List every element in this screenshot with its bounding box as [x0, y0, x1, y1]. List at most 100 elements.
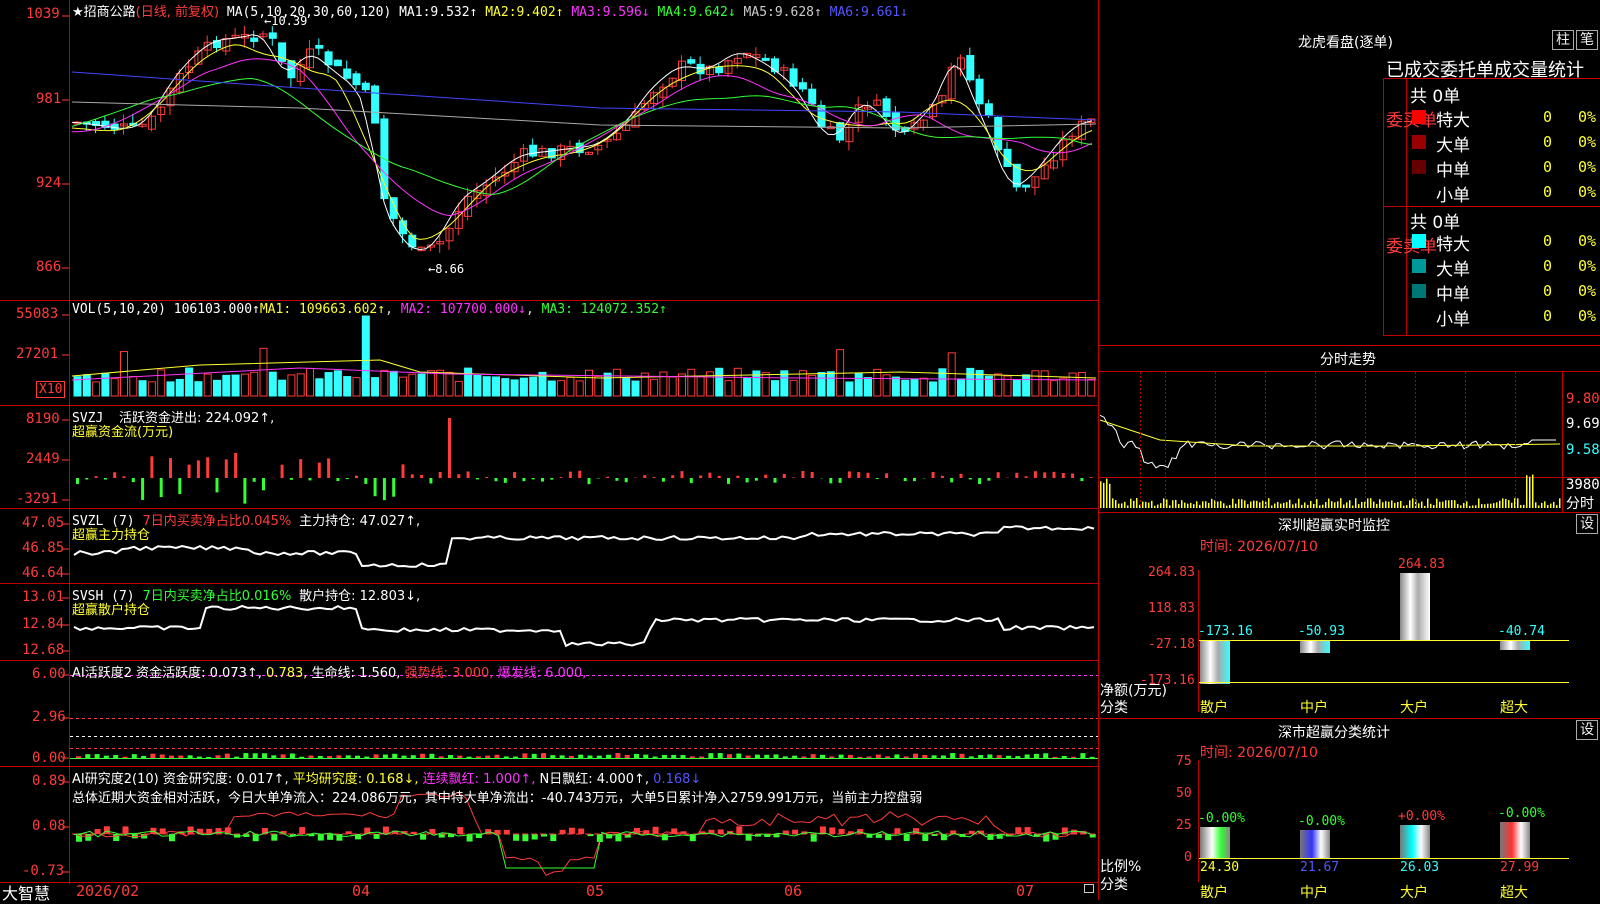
x-date-start: 2026/02 [76, 882, 139, 900]
ai-research-y-tick: 0.89 [32, 773, 66, 789]
x-month-label: 06 [784, 882, 802, 900]
order-count: 0 [1543, 307, 1552, 325]
sz-class-axis-sub: 分类 [1100, 874, 1128, 894]
ai-active-header: AI活跃度2 资金活跃度: 0.073↑, 0.783, 生命线: 1.560,… [72, 662, 586, 681]
ai-research-y-tick: -0.73 [22, 863, 64, 879]
net-amount-value: 264.83 [1398, 557, 1445, 572]
category-label: 大户 [1400, 882, 1428, 902]
intraday-price: 9.58 [1566, 442, 1600, 458]
vol-ma1: MA1: 109663.602↑ [260, 302, 385, 317]
ma2-value: 9.402↑ [517, 5, 564, 20]
order-size-label: 小单 [1436, 305, 1470, 330]
category-label: 中户 [1300, 697, 1328, 717]
chart-mode[interactable]: (日线, 前复权) [136, 5, 219, 20]
net-amount-value: -173.16 [1198, 624, 1253, 639]
ma4-value: 9.642↓ [689, 5, 736, 20]
sz-class-axis-label: 比例% [1100, 856, 1141, 876]
svsh-sub: 超赢散户持仓 [72, 599, 150, 618]
order-count: 0 [1543, 158, 1552, 176]
ai-research-c: 连续飘红: 1.000↑, [423, 772, 536, 787]
sz-class-y-tick: 50 [1176, 786, 1192, 801]
ma3-value: 9.596↓ [603, 5, 650, 20]
svzl-y-tick: 46.64 [22, 565, 64, 581]
ai-active-d: 强势线: 3.000, [405, 666, 494, 681]
sz-class-y-tick: 75 [1176, 754, 1192, 769]
ai-active-e: 爆发线: 6.000, [498, 666, 587, 681]
intraday-price: 9.80 [1566, 391, 1600, 407]
ai-active-c: 生命线: 1.560, [312, 666, 401, 681]
legend-swatch [1412, 135, 1426, 149]
svzl-hold: 主力持仓: 47.027↑, [299, 514, 420, 529]
sell-side-label: 委卖单 [1386, 236, 1406, 258]
buy-total: 共 0单 [1410, 82, 1460, 107]
ma-label: MA(5,10,20,30,60,120) [227, 5, 391, 20]
order-pct: 0% [1578, 232, 1596, 250]
ai-active-b: 0.783, [266, 666, 307, 681]
x-month-label: 05 [586, 882, 604, 900]
ma6-value: 9.661↓ [861, 5, 908, 20]
svzl-y-tick: 46.85 [22, 540, 64, 556]
ratio-value: 21.67 [1300, 860, 1339, 875]
ma6-name: MA6: [830, 5, 861, 20]
ma5-value: 9.628↑ [775, 5, 822, 20]
vol-header: VOL(5,10,20) 106103.000↑MA1: 109663.602↑… [72, 302, 667, 317]
vol-y-tick: 27201 [16, 346, 58, 362]
svzl-sub: 超赢主力持仓 [72, 524, 150, 543]
ratio-value: 27.99 [1500, 860, 1539, 875]
order-size-label: 小单 [1436, 181, 1470, 206]
dragon-subtitle: 已成交委托单成交量统计 [1386, 56, 1584, 82]
ratio-value: 26.03 [1400, 860, 1439, 875]
intraday-vol-unit: 分时 [1566, 493, 1594, 513]
ai-active-a: 资金活跃度: 0.073↑, [136, 666, 262, 681]
low-price-label: ←8.66 [428, 262, 464, 276]
vol-y-tick: 55083 [16, 306, 58, 322]
price-y-tick: 1039 [26, 6, 60, 22]
ma5-name: MA5: [744, 5, 775, 20]
sz-class-y-tick: 25 [1176, 818, 1192, 833]
category-label: 超大 [1500, 882, 1528, 902]
legend-swatch [1412, 259, 1426, 273]
order-count: 0 [1543, 257, 1552, 275]
sz-monitor-settings-button[interactable]: 设 [1576, 514, 1598, 534]
tick-mode-button[interactable]: 笔 [1576, 30, 1598, 50]
brand-logo[interactable]: 大智慧 [2, 880, 50, 904]
lock-icon[interactable] [1084, 884, 1094, 893]
svsh-y-tick: 12.68 [22, 642, 64, 658]
high-price-label: ←10.39 [264, 14, 307, 28]
ma4-name: MA4: [657, 5, 688, 20]
order-size-label: 中单 [1436, 280, 1470, 305]
svzl-y-tick: 47.05 [22, 515, 64, 531]
ma2-name: MA2: [485, 5, 516, 20]
ai-research-a: 资金研究度: 0.017↑, [163, 772, 289, 787]
ma1-value: 9.532↑ [430, 5, 477, 20]
svsh-hold: 散户持仓: 12.803↓, [299, 589, 420, 604]
sz-class-time: 时间: 2026/07/10 [1200, 742, 1318, 762]
sz-monitor-y-tick: 264.83 [1148, 565, 1195, 580]
intraday-price: 9.69 [1566, 416, 1600, 432]
price-y-tick: 924 [36, 175, 61, 191]
ma3-name: MA3: [571, 5, 602, 20]
bar-mode-button[interactable]: 柱 [1552, 30, 1574, 50]
ratio-change: -0.00% [1198, 811, 1245, 826]
dragon-title: 龙虎看盘(逐单) [1298, 32, 1393, 52]
order-pct: 0% [1578, 108, 1596, 126]
category-label: 中户 [1300, 882, 1328, 902]
legend-swatch [1412, 284, 1426, 298]
ratio-bar [1200, 827, 1230, 858]
stock-title[interactable]: ★招商公路 [72, 5, 136, 20]
sz-class-y-tick: 0 [1184, 850, 1192, 865]
vol-ma3: MA3: 124072.352↑ [542, 302, 667, 317]
sz-monitor-title: 深圳超赢实时监控 [1278, 515, 1390, 535]
ratio-bar [1500, 822, 1530, 858]
ai-active-y-tick: 6.00 [32, 666, 66, 682]
category-label: 散户 [1200, 882, 1228, 902]
order-pct: 0% [1578, 183, 1596, 201]
order-pct: 0% [1578, 282, 1596, 300]
ai-research-summary: 总体近期大资金相对活跃，今日大单净流入：224.086万元，其中特大单净流出：-… [72, 787, 922, 806]
order-pct: 0% [1578, 307, 1596, 325]
ai-research-header: AI研究度2(10) 资金研究度: 0.017↑, 平均研究度: 0.168↓,… [72, 768, 701, 787]
order-pct: 0% [1578, 158, 1596, 176]
sz-class-settings-button[interactable]: 设 [1576, 720, 1598, 740]
net-amount-bar [1400, 573, 1430, 640]
ai-research-label: AI研究度2(10) [72, 772, 159, 787]
